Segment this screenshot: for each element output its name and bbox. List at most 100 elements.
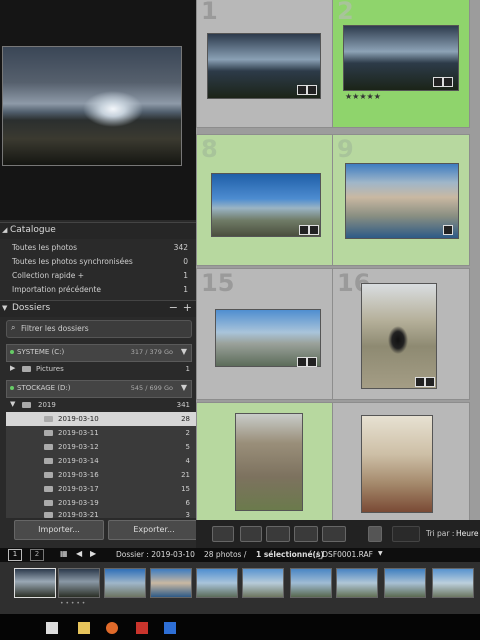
chevron-down-icon[interactable]: ▼: [181, 383, 187, 392]
sort-select[interactable]: Heure: [456, 529, 479, 538]
photo-grid: 1 2 ★★★★★ 8 9 15 16: [196, 0, 480, 548]
folder-count: 21: [181, 471, 190, 479]
edit-badge-icon[interactable]: [433, 77, 443, 87]
windows-start-icon[interactable]: [46, 622, 58, 634]
catalog-row-all[interactable]: Toutes les photos 342: [0, 240, 196, 254]
folder-year[interactable]: ▼ 2019 341: [6, 398, 196, 412]
volume-status-icon: [10, 386, 14, 390]
grid-cell[interactable]: 9: [332, 134, 470, 266]
grid-cell[interactable]: 1: [196, 0, 334, 128]
folder-item-selected[interactable]: 2019-03-10 28: [6, 412, 196, 426]
grid-cell-selected[interactable]: 2 ★★★★★: [332, 0, 470, 128]
grid-view-icon[interactable]: [212, 526, 234, 542]
folder-item[interactable]: 2019-03-12 5: [6, 440, 196, 454]
cell-number: 15: [201, 269, 235, 297]
catalog-row-quick[interactable]: Collection rapide + 1: [0, 268, 196, 282]
edit-badge-icon[interactable]: [299, 225, 309, 235]
filmstrip-thumbnail[interactable]: [384, 568, 426, 598]
folder-name: 2019-03-10: [58, 415, 99, 423]
people-view-icon[interactable]: [322, 526, 346, 542]
folder-count: 2: [185, 429, 190, 437]
filmstrip: • • • • •: [0, 562, 480, 614]
page-2-button[interactable]: 2: [30, 549, 44, 561]
edit-badge-icon[interactable]: [297, 357, 307, 367]
chevron-down-icon[interactable]: ▼: [378, 550, 383, 557]
folder-icon: [44, 512, 53, 518]
photo-thumbnail[interactable]: [345, 163, 459, 239]
volume-storage[interactable]: STOCKAGE (D:) 545 / 699 Go ▼: [6, 380, 192, 398]
sync-badge-icon[interactable]: [443, 225, 453, 235]
sync-badge-icon[interactable]: [443, 77, 453, 87]
cell-number: 2: [337, 0, 354, 25]
filmstrip-thumbnail[interactable]: [150, 568, 192, 598]
firefox-icon[interactable]: [106, 622, 118, 634]
compare-view-icon[interactable]: [266, 526, 290, 542]
plus-icon[interactable]: +: [183, 301, 192, 314]
filmstrip-thumbnail[interactable]: [290, 568, 332, 598]
grid-cell[interactable]: [196, 402, 334, 534]
catalog-header[interactable]: ◢ Catalogue: [0, 222, 196, 239]
filmstrip-thumbnail[interactable]: [336, 568, 378, 598]
photo-thumbnail[interactable]: [361, 415, 433, 513]
status-bar: 1 2 ▦ ◀ ▶ Dossier : 2019-03-10 28 photos…: [0, 548, 480, 562]
grid-cell[interactable]: [332, 402, 470, 534]
app-red-icon[interactable]: [136, 622, 148, 634]
export-button[interactable]: Exporter...: [108, 520, 200, 540]
sync-badge-icon[interactable]: [307, 357, 317, 367]
folder-item[interactable]: 2019-03-21 3: [6, 508, 196, 518]
folder-name: 2019-03-14: [58, 457, 99, 465]
back-arrow-icon[interactable]: ◀: [76, 549, 82, 558]
photo-thumbnail[interactable]: [361, 283, 437, 389]
sync-badge-icon[interactable]: [425, 377, 435, 387]
windows-taskbar: [0, 614, 480, 640]
filmstrip-thumbnail[interactable]: [196, 568, 238, 598]
filter-folders-input[interactable]: ⌕ Filtrer les dossiers: [6, 320, 192, 338]
volume-status-icon: [10, 350, 14, 354]
sort-direction-icon[interactable]: [392, 526, 420, 542]
folders-header[interactable]: ▼ Dossiers − +: [0, 300, 196, 317]
minus-icon[interactable]: −: [169, 301, 178, 314]
filmstrip-thumbnail[interactable]: [104, 568, 146, 598]
cell-number: 1: [201, 0, 218, 25]
filmstrip-thumbnail-selected[interactable]: [14, 568, 56, 598]
sync-badge-icon[interactable]: [309, 225, 319, 235]
folder-icon: [44, 472, 53, 478]
filmstrip-thumbnail[interactable]: [58, 568, 100, 598]
grid-cell[interactable]: 8: [196, 134, 334, 266]
catalog-row-label: Importation précédente: [12, 285, 101, 294]
filmstrip-thumbnail[interactable]: [242, 568, 284, 598]
edit-badge-icon[interactable]: [415, 377, 425, 387]
spray-can-icon[interactable]: [368, 526, 382, 542]
photo-thumbnail[interactable]: [235, 413, 303, 511]
chevron-down-icon[interactable]: ▼: [181, 347, 187, 356]
rating-dots: • • • • •: [60, 600, 86, 607]
catalog-row-synced[interactable]: Toutes les photos synchronisées 0: [0, 254, 196, 268]
file-explorer-icon[interactable]: [78, 622, 90, 634]
folder-count: 5: [185, 443, 190, 451]
folder-pictures[interactable]: ▶ Pictures 1: [6, 362, 196, 376]
folder-item[interactable]: 2019-03-16 21: [6, 468, 196, 482]
filter-placeholder: Filtrer les dossiers: [21, 324, 89, 333]
rating-stars[interactable]: ★★★★★: [345, 92, 381, 101]
volume-system[interactable]: SYSTEME (C:) 317 / 379 Go ▼: [6, 344, 192, 362]
grid-cell[interactable]: 16: [332, 268, 470, 400]
folder-icon: [44, 444, 53, 450]
import-button[interactable]: Importer...: [14, 520, 104, 540]
grid-cell[interactable]: 15: [196, 268, 334, 400]
loupe-view-icon[interactable]: [240, 526, 262, 542]
page-1-button[interactable]: 1: [8, 549, 22, 561]
lightroom-icon[interactable]: [164, 622, 176, 634]
edit-badge-icon[interactable]: [297, 85, 307, 95]
volume-size: 545 / 699 Go: [130, 384, 173, 392]
forward-arrow-icon[interactable]: ▶: [90, 549, 96, 558]
catalog-row-previous[interactable]: Importation précédente 1: [0, 282, 196, 296]
survey-view-icon[interactable]: [294, 526, 318, 542]
folder-item[interactable]: 2019-03-11 2: [6, 426, 196, 440]
folder-item[interactable]: 2019-03-14 4: [6, 454, 196, 468]
folder-name: 2019-03-11: [58, 429, 99, 437]
grid-icon[interactable]: ▦: [60, 549, 68, 558]
folder-item[interactable]: 2019-03-17 15: [6, 482, 196, 496]
navigator-preview[interactable]: [2, 46, 182, 166]
filmstrip-thumbnail[interactable]: [432, 568, 474, 598]
sync-badge-icon[interactable]: [307, 85, 317, 95]
